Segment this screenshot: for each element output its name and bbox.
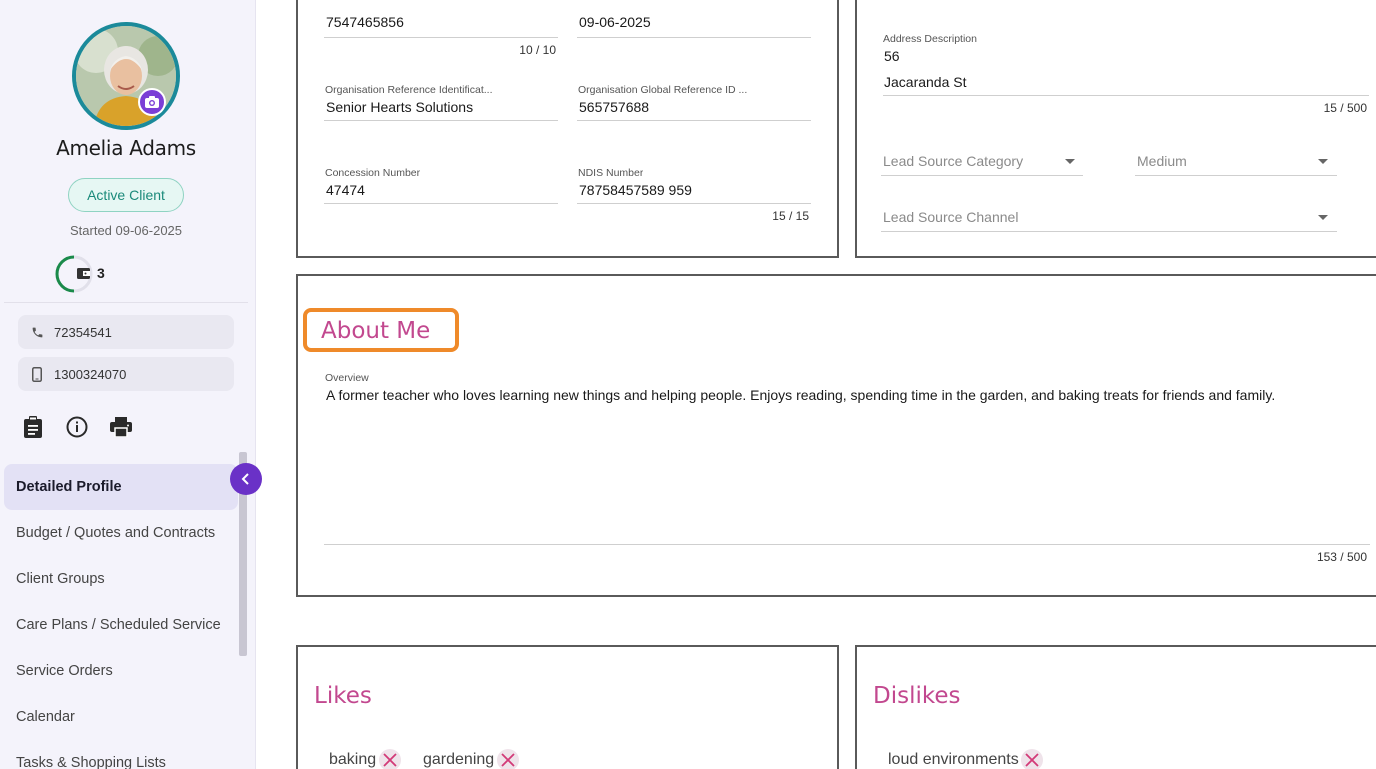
nav-item-detailed-profile[interactable]: Detailed Profile: [4, 464, 238, 510]
camera-icon[interactable]: [138, 88, 166, 116]
wallet-icon: [77, 268, 90, 279]
underline: [577, 37, 811, 38]
nav-item-client-groups[interactable]: Client Groups: [4, 556, 238, 602]
likes-panel: Likes baking gardening: [296, 645, 839, 769]
address-line-1[interactable]: 56: [884, 48, 900, 64]
org-global-field[interactable]: 565757688: [579, 99, 649, 115]
avatar[interactable]: [72, 22, 180, 130]
overview-counter: 153 / 500: [1316, 550, 1367, 564]
address-line-2[interactable]: Jacaranda St: [884, 74, 967, 90]
nav-item-calendar[interactable]: Calendar: [4, 694, 238, 740]
close-icon[interactable]: [1021, 749, 1043, 769]
underline: [881, 175, 1083, 176]
like-chip-label: gardening: [423, 751, 495, 768]
status-badge: Active Client: [68, 178, 184, 212]
underline: [881, 231, 1337, 232]
like-chip-label: baking: [329, 751, 377, 768]
divider: [4, 302, 248, 303]
count-value: 3: [97, 265, 105, 281]
clipboard-icon[interactable]: [22, 416, 44, 438]
nav-item-service-orders[interactable]: Service Orders: [4, 648, 238, 694]
mobile-pill[interactable]: 1300324070: [18, 357, 234, 391]
phone-number: 72354541: [54, 324, 112, 340]
highlight-box: [303, 308, 459, 352]
collapse-sidebar-button[interactable]: [230, 463, 262, 495]
underline: [577, 120, 811, 121]
address-label: Address Description: [883, 33, 977, 45]
mobile-icon: [30, 366, 44, 382]
overview-text[interactable]: A former teacher who loves learning new …: [326, 387, 1275, 403]
underline: [324, 37, 558, 38]
medium-select[interactable]: Medium: [1137, 153, 1187, 169]
lead-source-category-select[interactable]: Lead Source Category: [883, 153, 1023, 169]
org-global-label: Organisation Global Reference ID ...: [578, 84, 748, 96]
overview-label: Overview: [325, 372, 369, 384]
toolbar: [22, 416, 132, 438]
chevron-down-icon[interactable]: [1318, 215, 1328, 220]
close-icon[interactable]: [497, 749, 519, 769]
address-counter: 15 / 500: [1323, 101, 1367, 115]
concession-label: Concession Number: [325, 167, 421, 179]
client-name: Amelia Adams: [56, 136, 196, 160]
top-right-field[interactable]: 09-06-2025: [579, 14, 651, 30]
phone-icon: [30, 325, 44, 339]
chevron-left-icon: [241, 473, 249, 485]
dislikes-panel: Dislikes loud environments: [855, 645, 1376, 769]
dislikes-title: Dislikes: [873, 683, 961, 709]
lead-source-channel-select[interactable]: Lead Source Channel: [883, 209, 1018, 225]
nav-item-care-plans[interactable]: Care Plans / Scheduled Service: [4, 602, 238, 648]
print-icon[interactable]: [110, 416, 132, 438]
underline: [1135, 175, 1337, 176]
ndis-counter: 15 / 15: [772, 209, 809, 223]
client-sidebar: Amelia Adams Active Client Started 09-06…: [0, 0, 256, 769]
ndis-field[interactable]: 78758457589 959: [579, 182, 692, 198]
close-icon[interactable]: [379, 749, 401, 769]
org-ref-label: Organisation Reference Identificat...: [325, 84, 493, 96]
top-left-field[interactable]: 7547465856: [326, 14, 404, 30]
info-icon[interactable]: [66, 416, 88, 438]
underline: [324, 120, 558, 121]
underline: [324, 544, 1370, 545]
underline: [324, 203, 558, 204]
likes-title: Likes: [314, 683, 372, 709]
top-left-counter: 10 / 10: [519, 43, 556, 57]
profile-nav: Detailed Profile Budget / Quotes and Con…: [4, 464, 238, 769]
nav-item-budget[interactable]: Budget / Quotes and Contracts: [4, 510, 238, 556]
dislike-chip-label: loud environments: [888, 751, 1019, 768]
underline: [577, 203, 811, 204]
ndis-label: NDIS Number: [578, 167, 644, 179]
concession-field[interactable]: 47474: [326, 182, 365, 198]
start-date: Started 09-06-2025: [69, 223, 183, 238]
nav-item-tasks[interactable]: Tasks & Shopping Lists: [4, 740, 238, 769]
org-ref-field[interactable]: Senior Hearts Solutions: [326, 99, 473, 115]
chevron-down-icon[interactable]: [1318, 159, 1328, 164]
underline: [883, 95, 1369, 96]
mobile-number: 1300324070: [54, 366, 127, 382]
identifiers-panel: 7547465856 10 / 10 09-06-2025 Organisati…: [296, 0, 839, 258]
phone-pill[interactable]: 72354541: [18, 315, 234, 349]
chevron-down-icon[interactable]: [1065, 159, 1075, 164]
address-panel: Address Description 56 Jacaranda St 15 /…: [855, 0, 1376, 258]
client-profile-page: Amelia Adams Active Client Started 09-06…: [0, 0, 1376, 769]
